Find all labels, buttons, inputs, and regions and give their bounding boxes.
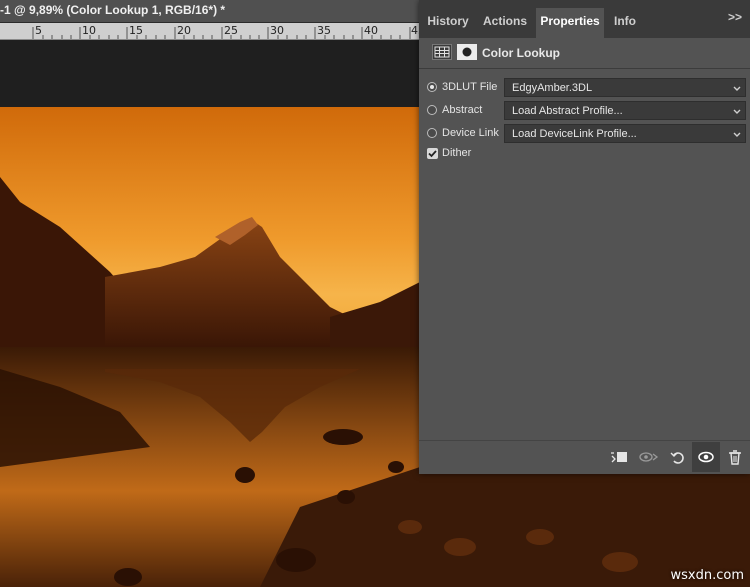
tab-info[interactable]: Info: [608, 8, 642, 38]
dropdown-3dlut-file[interactable]: EdgyAmber.3DL: [504, 78, 746, 97]
panel-header: Color Lookup: [419, 38, 750, 68]
view-previous-state-icon[interactable]: [638, 448, 659, 466]
adjustment-title: Color Lookup: [482, 46, 560, 60]
row-3dlut-file: 3DLUT File EdgyAmber.3DL: [427, 78, 750, 98]
trash-icon[interactable]: [726, 448, 746, 466]
panel-bottom-toolbar: [419, 440, 750, 473]
double-chevron-right-icon[interactable]: >>: [728, 10, 742, 24]
tab-properties[interactable]: Properties: [536, 8, 604, 38]
chevron-down-icon: [733, 109, 741, 114]
row-dither: Dither: [427, 144, 627, 164]
panel-tab-bar: History Actions Properties Info >>: [419, 0, 750, 38]
ruler-ticks: [32, 27, 411, 39]
dither-checkbox[interactable]: [427, 148, 438, 159]
visibility-eye-icon[interactable]: [692, 442, 720, 472]
row-device-link: Device Link Load DeviceLink Profile...: [427, 124, 750, 144]
label-abstract: Abstract: [442, 104, 483, 116]
dropdown-abstract[interactable]: Load Abstract Profile...: [504, 101, 746, 120]
ruler-label: 25: [224, 24, 238, 37]
document-tab[interactable]: -1 @ 9,89% (Color Lookup 1, RGB/16*) *: [0, 0, 420, 23]
radio-device-link[interactable]: [427, 128, 437, 138]
dropdown-value: Load DeviceLink Profile...: [512, 128, 637, 140]
tab-history[interactable]: History: [422, 8, 474, 38]
divider: [419, 68, 750, 69]
grid-table-icon[interactable]: [432, 44, 452, 60]
clip-to-layer-icon[interactable]: [609, 448, 629, 466]
ruler-label: 5: [35, 24, 42, 37]
ruler-label: 40: [364, 24, 378, 37]
label-device-link: Device Link: [442, 127, 499, 139]
checkmark-icon: [428, 150, 437, 158]
ruler-label: 30: [270, 24, 284, 37]
dropdown-value: EdgyAmber.3DL: [512, 82, 593, 94]
ruler-label: 15: [129, 24, 143, 37]
radio-3dlut-file[interactable]: [427, 82, 437, 92]
chevron-down-icon: [733, 132, 741, 137]
reset-icon[interactable]: [668, 448, 688, 466]
ruler-label: 35: [317, 24, 331, 37]
horizontal-ruler[interactable]: 5 10 15 20 25 30 35 40 45: [0, 23, 420, 40]
row-abstract: Abstract Load Abstract Profile...: [427, 101, 750, 121]
tab-actions[interactable]: Actions: [477, 8, 533, 38]
ruler-label: 20: [177, 24, 191, 37]
dropdown-value: Load Abstract Profile...: [512, 105, 623, 117]
watermark-text: wsxdn.com: [670, 568, 745, 583]
label-dither: Dither: [442, 147, 472, 159]
properties-panel: History Actions Properties Info >> Color…: [419, 0, 750, 474]
label-3dlut-file: 3DLUT File: [442, 81, 498, 93]
ruler-label: 10: [82, 24, 96, 37]
radio-abstract[interactable]: [427, 105, 437, 115]
dropdown-device-link[interactable]: Load DeviceLink Profile...: [504, 124, 746, 143]
document-tab-title: -1 @ 9,89% (Color Lookup 1, RGB/16*) *: [0, 3, 226, 17]
chevron-down-icon: [733, 86, 741, 91]
layer-mask-icon[interactable]: [457, 44, 477, 60]
